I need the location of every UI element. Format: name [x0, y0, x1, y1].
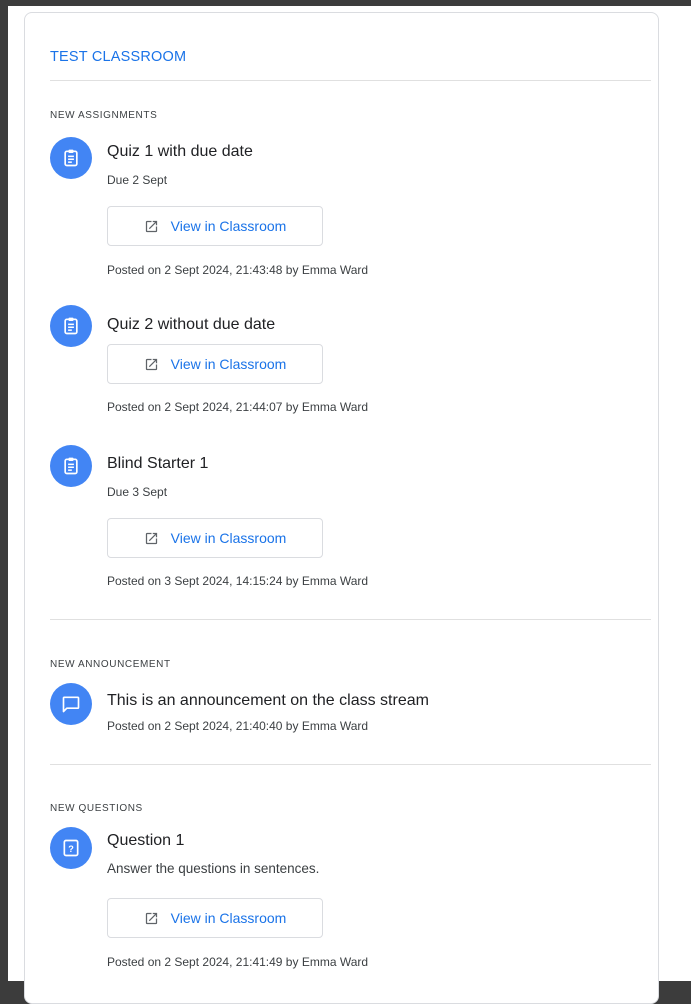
assignment-title[interactable]: Quiz 1 with due date — [107, 143, 253, 161]
question-item: ? Question 1 Answer the questions in sen… — [50, 827, 651, 977]
announcement-icon — [50, 683, 92, 725]
button-label: View in Classroom — [170, 356, 287, 372]
question-description: Answer the questions in sentences. — [107, 861, 320, 876]
open-in-new-icon — [144, 531, 159, 546]
svg-text:?: ? — [68, 844, 74, 854]
button-label: View in Classroom — [170, 910, 287, 926]
assignment-title[interactable]: Blind Starter 1 — [107, 455, 208, 473]
view-in-classroom-button[interactable]: View in Classroom — [107, 344, 323, 384]
view-in-classroom-button[interactable]: View in Classroom — [107, 518, 323, 558]
posted-info: Posted on 2 Sept 2024, 21:43:48 by Emma … — [107, 263, 369, 277]
divider — [50, 619, 651, 620]
announcement-item: This is an announcement on the class str… — [50, 683, 651, 733]
assignment-item: Quiz 1 with due date Due 2 Sept View in … — [50, 137, 651, 277]
button-label: View in Classroom — [170, 530, 287, 546]
due-date: Due 3 Sept — [107, 485, 168, 499]
classroom-title[interactable]: TEST CLASSROOM — [50, 49, 186, 65]
question-icon: ? — [50, 827, 92, 869]
classroom-digest-card: TEST CLASSROOM NEW ASSIGNMENTS Quiz 1 wi… — [24, 12, 659, 1004]
section-label-announcement: NEW ANNOUNCEMENT — [50, 659, 171, 670]
divider — [50, 80, 651, 81]
view-in-classroom-button[interactable]: View in Classroom — [107, 898, 323, 938]
open-in-new-icon — [144, 357, 159, 372]
posted-info: Posted on 2 Sept 2024, 21:40:40 by Emma … — [107, 719, 369, 733]
divider — [50, 764, 651, 765]
question-title[interactable]: Question 1 — [107, 832, 184, 850]
button-label: View in Classroom — [170, 218, 287, 234]
section-label-assignments: NEW ASSIGNMENTS — [50, 110, 158, 121]
assignment-icon — [50, 137, 92, 179]
assignment-item: Blind Starter 1 Due 3 Sept View in Class… — [50, 445, 651, 588]
posted-info: Posted on 2 Sept 2024, 21:41:49 by Emma … — [107, 955, 369, 969]
announcement-text[interactable]: This is an announcement on the class str… — [107, 692, 429, 710]
section-label-questions: NEW QUESTIONS — [50, 803, 143, 814]
assignment-icon — [50, 445, 92, 487]
assignment-title[interactable]: Quiz 2 without due date — [107, 316, 275, 334]
email-frame: TEST CLASSROOM NEW ASSIGNMENTS Quiz 1 wi… — [8, 6, 691, 1004]
due-date: Due 2 Sept — [107, 173, 168, 187]
posted-info: Posted on 2 Sept 2024, 21:44:07 by Emma … — [107, 400, 369, 414]
open-in-new-icon — [144, 219, 159, 234]
assignment-item: Quiz 2 without due date View in Classroo… — [50, 305, 651, 414]
posted-info: Posted on 3 Sept 2024, 14:15:24 by Emma … — [107, 574, 369, 588]
assignment-icon — [50, 305, 92, 347]
view-in-classroom-button[interactable]: View in Classroom — [107, 206, 323, 246]
open-in-new-icon — [144, 911, 159, 926]
